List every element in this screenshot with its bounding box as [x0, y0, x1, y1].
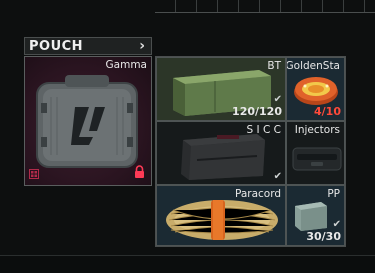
item-slot-goldenstar[interactable]: GoldenSta 4/10	[286, 57, 345, 121]
paracord-icon	[166, 200, 278, 240]
item-count: 4/10	[314, 105, 341, 118]
item-name: BT	[267, 60, 281, 72]
chevron-right-icon[interactable]: ›	[139, 39, 145, 53]
item-name: Injectors	[294, 124, 340, 136]
item-name: GoldenSta	[286, 60, 340, 72]
golden-star-balm-icon	[294, 77, 338, 105]
item-name: S I C C	[246, 124, 281, 136]
lock-icon	[135, 165, 144, 178]
pouch-header[interactable]: POUCH ›	[24, 37, 152, 55]
pouch-slot-gamma[interactable]: Gamma	[24, 56, 152, 186]
gamma-container-icon	[36, 75, 138, 168]
checkmark-icon: ✔	[273, 94, 282, 105]
item-name: PP	[327, 188, 340, 200]
item-count: 30/30	[306, 230, 341, 243]
item-slot-injectors[interactable]: Injectors	[286, 121, 345, 185]
item-name: Paracord	[234, 188, 281, 200]
item-slot-paracord[interactable]: Paracord	[156, 185, 286, 246]
grid-icon	[29, 169, 39, 179]
pp-ammo-box-icon	[295, 202, 327, 231]
checkmark-icon: ✔	[273, 171, 282, 182]
bottom-grid-strip	[0, 255, 375, 273]
pouch-container-grid: BT ✔ 120/120 GoldenSta 4/10 S I C C ✔ In…	[155, 56, 346, 247]
checkmark-icon: ✔	[332, 219, 341, 230]
item-name: Gamma	[105, 59, 147, 71]
item-slot-bt[interactable]: BT ✔ 120/120	[156, 57, 286, 121]
item-slot-sicc[interactable]: S I C C ✔	[156, 121, 286, 185]
pouch-title: POUCH	[29, 38, 84, 54]
top-grid-strip	[155, 0, 375, 13]
item-slot-pp[interactable]: PP ✔ 30/30	[286, 185, 345, 246]
sicc-case-icon	[181, 134, 265, 180]
item-count: 120/120	[232, 105, 282, 118]
injector-case-icon	[292, 147, 342, 171]
